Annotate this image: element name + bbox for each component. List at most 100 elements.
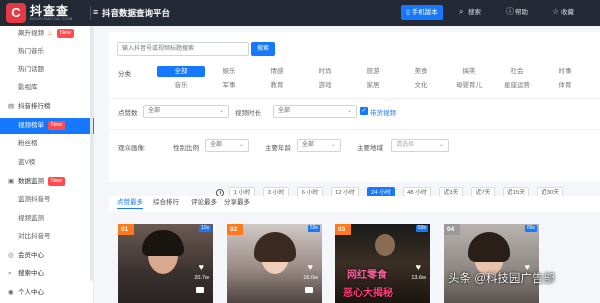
search-button[interactable]: 搜索	[251, 42, 275, 56]
filter-panel: 搜索 分类 全部娱乐情感时尚旅游美食搞笑社会时事 音乐军事教育游戏家居文化母婴育…	[109, 32, 600, 182]
nav-search-label: 搜索	[468, 9, 481, 16]
thumbnail-hair	[142, 230, 184, 256]
filter-divider	[109, 98, 600, 99]
product-video-checkbox[interactable]: ✓	[360, 107, 368, 115]
search-input[interactable]	[117, 42, 249, 56]
sidebar-group-label: 个人中心	[18, 289, 44, 296]
duration-badge: 12s	[198, 225, 211, 232]
category-option[interactable]: 情感	[253, 66, 301, 77]
sidebar-item-hot-topics[interactable]: 热门话题	[0, 62, 94, 78]
video-card[interactable]: 02 59s ♥ 16.0w	[227, 224, 322, 303]
sidebar-group-rankings[interactable]: ▤ 抖音排行榜	[0, 99, 94, 115]
sidebar-group-label: 数据监测	[18, 178, 44, 185]
sidebar-item-compare-accounts[interactable]: 对比抖音号	[0, 229, 94, 245]
duration-badge: 59s	[415, 225, 428, 232]
sidebar-item-label: 热门话题	[18, 66, 44, 73]
search-icon: ⌕	[459, 7, 464, 16]
sort-tab[interactable]: 分享最多	[224, 198, 250, 208]
sidebar-item-video-rankings[interactable]: 视频榜单 New	[0, 118, 94, 134]
category-label: 分类	[118, 71, 131, 78]
rank-badge: 03	[335, 224, 351, 235]
gender-label: 性别比例	[173, 145, 199, 152]
like-count: 16.0w	[303, 275, 318, 281]
nav-collect[interactable]: ☆ 收藏	[552, 6, 574, 19]
category-option[interactable]: 教育	[253, 80, 301, 91]
category-option[interactable]: 美食	[397, 66, 445, 77]
sort-tab[interactable]: 点赞最多	[117, 198, 143, 209]
thumbnail-hair	[254, 232, 296, 262]
header-divider	[90, 6, 91, 20]
sidebar-item-label: 飙升视频	[18, 30, 44, 37]
nav-help-label: 帮助	[515, 9, 528, 16]
chevron-down-icon: ⌄	[346, 108, 352, 114]
rank-badge: 04	[444, 224, 460, 235]
category-option[interactable]: 家居	[349, 80, 397, 91]
category-option[interactable]: 旅游	[349, 66, 397, 77]
category-option[interactable]: 体育	[541, 80, 589, 91]
sidebar-item-video-monitoring[interactable]: 视频监测	[0, 211, 94, 227]
category-option[interactable]: 娱乐	[205, 66, 253, 77]
filter-divider	[109, 129, 600, 130]
sidebar-item-label: 对比抖音号	[18, 233, 51, 240]
video-caption-top: 网红零食	[347, 270, 387, 281]
nav-help[interactable]: ⓘ帮助	[506, 6, 528, 19]
platform-title: 抖音数据查询平台	[102, 8, 171, 18]
sort-tab[interactable]: 综合排行	[153, 198, 179, 208]
monitor-icon: ▣	[8, 178, 15, 185]
category-option[interactable]: 音乐	[157, 80, 205, 91]
sidebar-item-label: 热门音乐	[18, 48, 44, 55]
duration-select-value: 全部	[278, 108, 291, 114]
audience-label: 观众画像:	[118, 145, 146, 152]
new-badge: New	[48, 176, 66, 186]
rank-badge: 01	[118, 224, 134, 235]
main-content: 搜索 分类 全部娱乐情感时尚旅游美食搞笑社会时事 音乐军事教育游戏家居文化母婴育…	[100, 32, 600, 303]
like-count: 13.6w	[411, 275, 426, 281]
video-card[interactable]: 01 12s ♥ 20.7w	[118, 224, 213, 303]
sidebar-item-label: 视频监测	[18, 215, 44, 222]
duration-select[interactable]: 全部 ⌄	[273, 105, 357, 118]
chevron-down-icon: ⌄	[438, 142, 444, 148]
gender-select[interactable]: 全部 ⌄	[205, 139, 249, 152]
chevron-down-icon: ⌄	[218, 108, 224, 114]
sidebar-group-monitoring[interactable]: ▣ 数据监测 New	[0, 174, 94, 190]
sidebar-group-personal-center[interactable]: ◉ 个人中心	[0, 285, 94, 301]
sidebar-item-monitor-accounts[interactable]: 监测抖音号	[0, 192, 94, 208]
category-option[interactable]: 游戏	[301, 80, 349, 91]
category-option[interactable]: 文化	[397, 80, 445, 91]
top-bar: C 抖查查 DOUCHACHA.COM ≡ 抖音数据查询平台 ▯ 手机版本 ⌕ 搜…	[0, 0, 600, 26]
video-card[interactable]: 网红零食 恶心大揭秘 03 59s ♥ 13.6w	[335, 224, 430, 303]
chevron-down-icon: ⌄	[330, 142, 336, 148]
sidebar-item-rising-videos[interactable]: 飙升视频 ♨ New	[0, 26, 94, 42]
likes-select[interactable]: 全部 ⌄	[143, 105, 229, 118]
video-card[interactable]: 04 89s ♥	[444, 224, 539, 303]
category-option[interactable]: 时尚	[301, 66, 349, 77]
menu-icon[interactable]: ≡	[93, 8, 99, 17]
phone-version-button[interactable]: ▯ 手机版本	[401, 5, 443, 20]
category-option[interactable]: 全部	[157, 66, 205, 77]
category-option[interactable]: 时事	[541, 66, 589, 77]
nav-search[interactable]: ⌕ 搜索	[459, 6, 481, 19]
logo-icon[interactable]: C	[6, 3, 26, 23]
product-video-label[interactable]: 带货视频	[370, 107, 396, 117]
age-select[interactable]: 全部 ⌄	[297, 139, 341, 152]
sort-tab[interactable]: 评论最多	[191, 198, 217, 208]
sort-tabs: 点赞最多 综合排行 评论最多 分享最多	[109, 196, 600, 212]
region-select[interactable]: 请选择 ⌄	[391, 139, 449, 152]
brand-domain: DOUCHACHA.COM	[30, 16, 73, 21]
sidebar-item-hot-music[interactable]: 热门音乐	[0, 44, 94, 60]
sidebar-group-label: 搜索中心	[18, 270, 44, 277]
sidebar-item-bluev-rankings[interactable]: 蓝V榜	[0, 155, 94, 171]
category-option[interactable]: 母婴育儿	[445, 80, 493, 91]
category-option[interactable]: 搞笑	[445, 66, 493, 77]
category-option[interactable]: 军事	[205, 80, 253, 91]
sidebar-item-movie-library[interactable]: 影视库	[0, 80, 94, 96]
sidebar-group-search-center[interactable]: ⌕ 搜索中心	[0, 266, 94, 282]
sidebar-item-fans-rankings[interactable]: 粉丝榜	[0, 136, 94, 152]
sidebar-group-member-center[interactable]: ◎ 会员中心	[0, 248, 94, 264]
new-badge: New	[48, 120, 66, 130]
new-badge: New	[56, 28, 74, 38]
video-card-list: 01 12s ♥ 20.7w 02 59s ♥ 16.0w 网红零食 恶心大揭秘…	[109, 218, 600, 303]
sidebar-scrollbar[interactable]	[90, 26, 93, 281]
category-option[interactable]: 社会	[493, 66, 541, 77]
category-option[interactable]: 星座运势	[493, 80, 541, 91]
